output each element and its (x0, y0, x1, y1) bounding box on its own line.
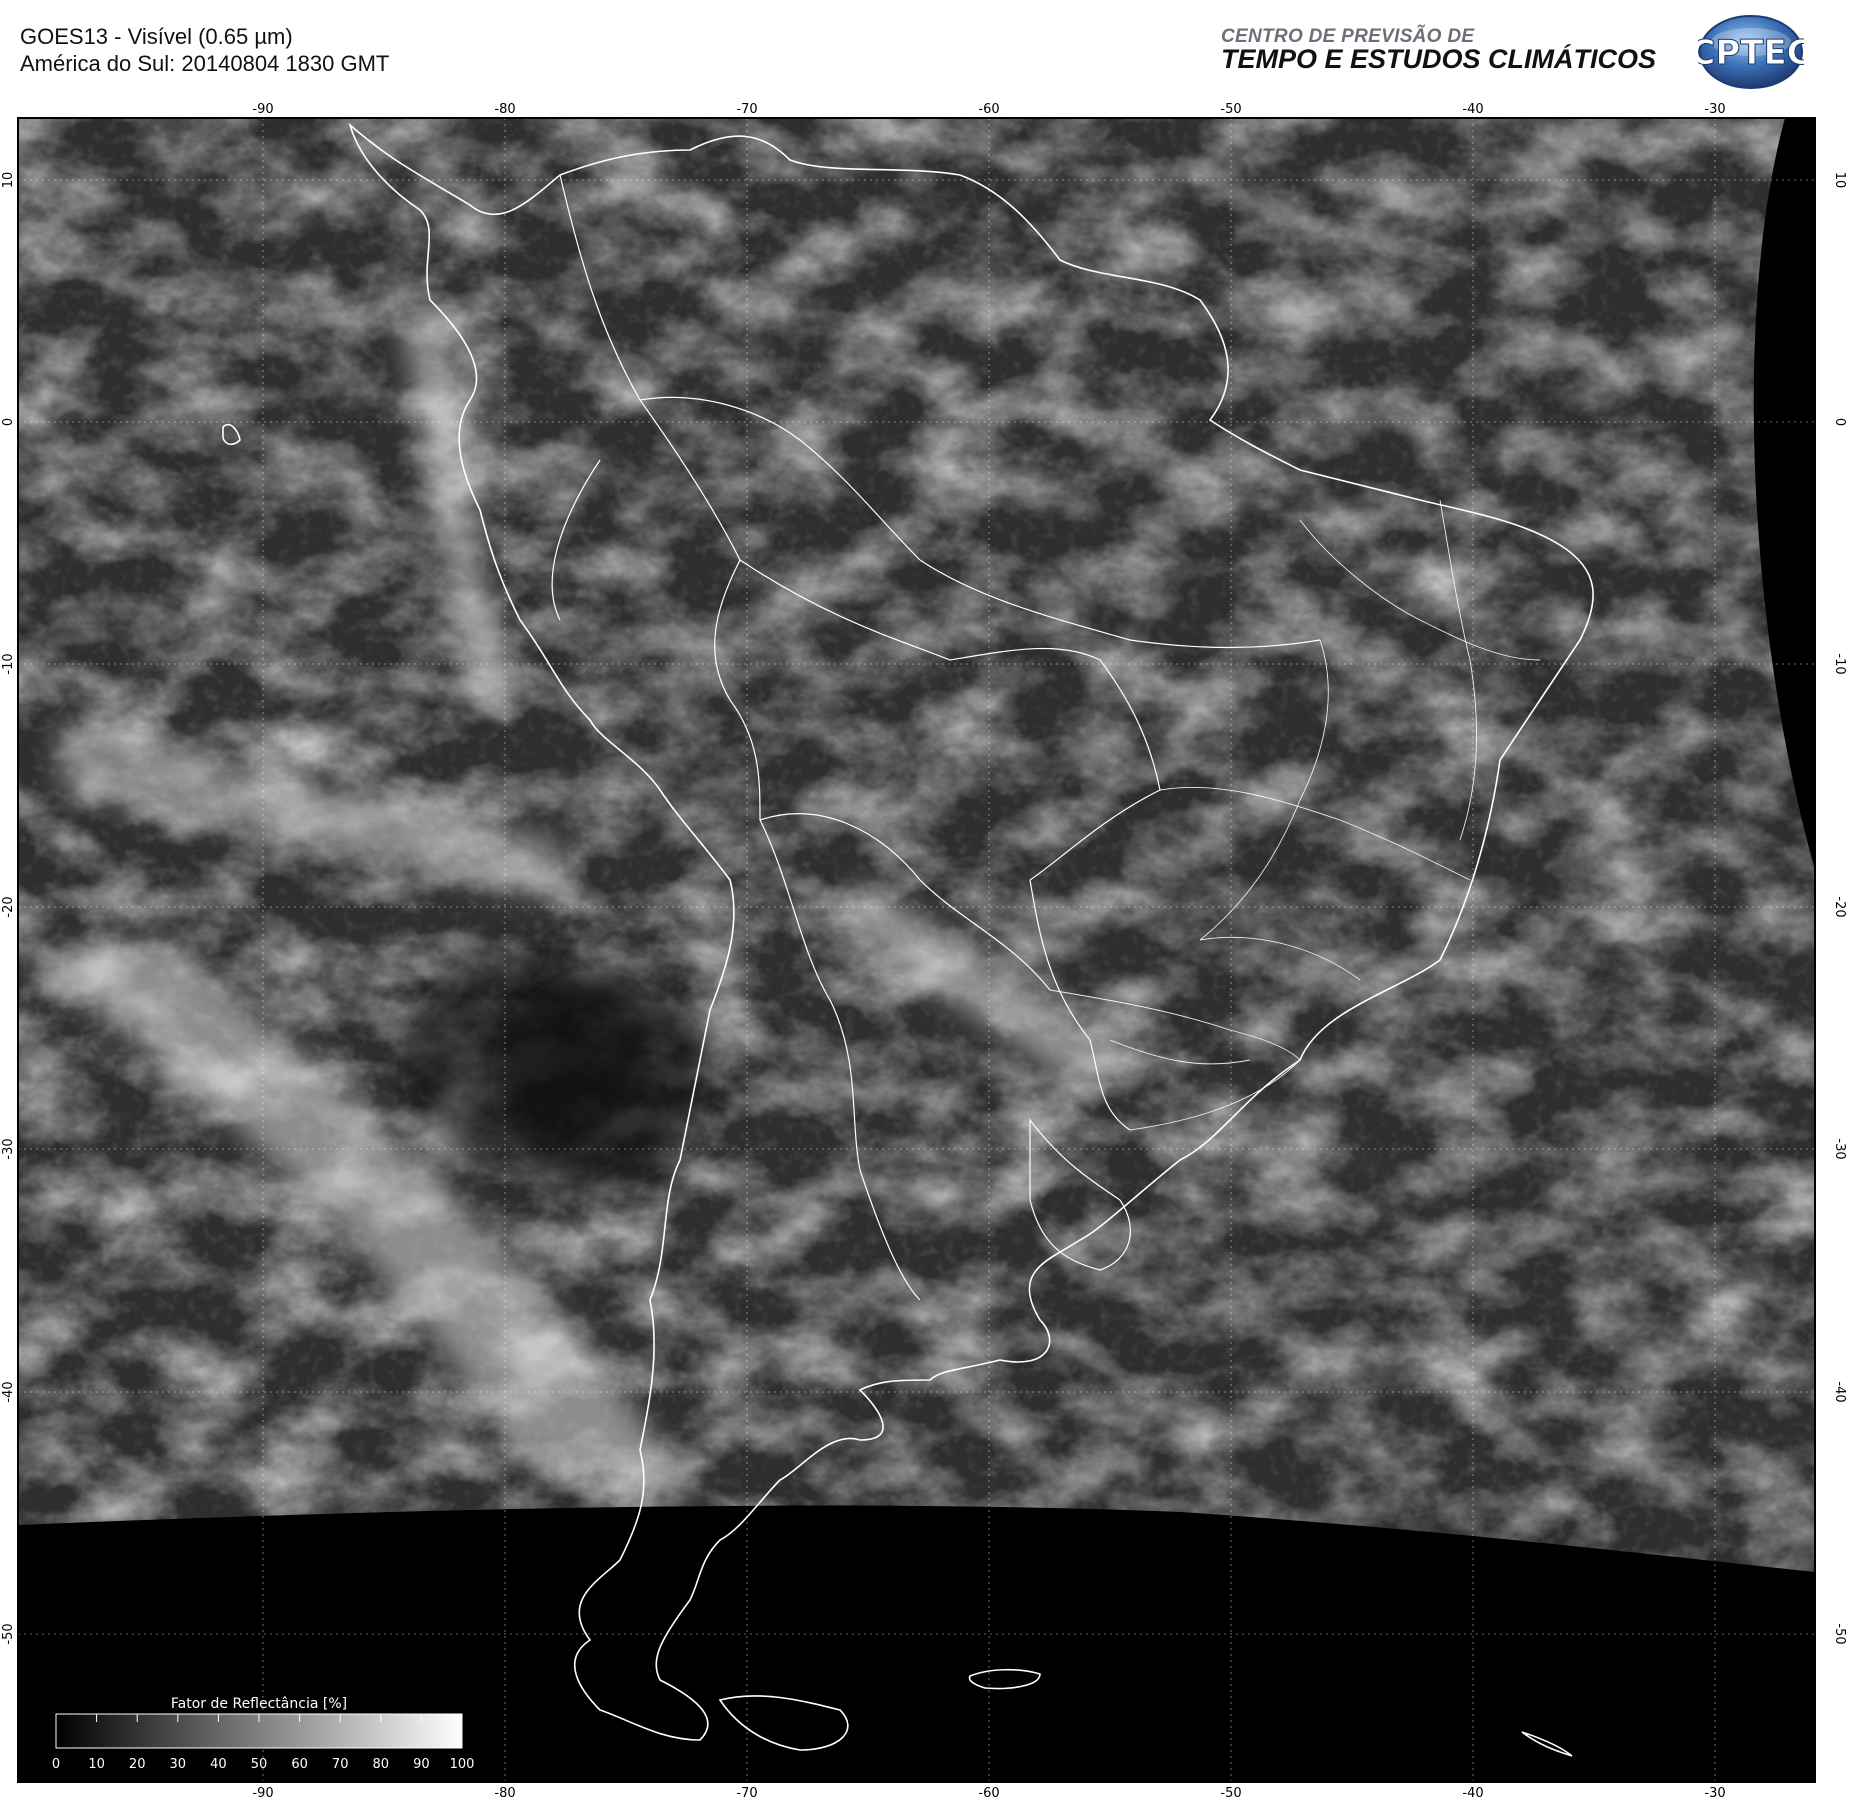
lon-label: -40 (1462, 102, 1483, 117)
lon-label: -40 (1462, 1786, 1483, 1800)
organization-line2: TEMPO E ESTUDOS CLIMÁTICOS (1221, 44, 1657, 74)
colorbar-tick-label: 70 (332, 1757, 349, 1772)
colorbar-tick-label: 60 (291, 1757, 308, 1772)
colorbar-tick-label: 90 (413, 1757, 430, 1772)
lat-label: -50 (1, 1623, 16, 1644)
lat-label: 0 (1, 418, 16, 426)
lon-label: -90 (252, 1786, 273, 1800)
lat-label: -40 (1, 1381, 16, 1402)
satellite-image: -90 -80 -70 -60 -50 -40 -30 -90 -80 -70 … (1, 102, 1847, 1801)
cptec-logo: CPTEC (1698, 15, 1804, 89)
colorbar-tick-label: 0 (52, 1757, 60, 1772)
header: GOES13 - Visível (0.65 µm) América do Su… (0, 0, 1850, 100)
lon-label: -70 (736, 102, 757, 117)
lat-label: -10 (1832, 653, 1847, 674)
lat-label: -40 (1832, 1381, 1847, 1402)
longitude-labels-top: -90 -80 -70 -60 -50 -40 -30 (252, 102, 1725, 117)
lon-label: -60 (978, 102, 999, 117)
lat-label: 0 (1832, 418, 1847, 426)
lon-label: -70 (736, 1786, 757, 1800)
product-title: GOES13 - Visível (0.65 µm) (20, 24, 293, 49)
colorbar-tick-label: 50 (251, 1757, 268, 1772)
lat-label: 10 (1832, 172, 1847, 189)
lat-label: -10 (1, 653, 16, 674)
lon-label: -50 (1220, 102, 1241, 117)
satellite-map: -90 -80 -70 -60 -50 -40 -30 -90 -80 -70 … (0, 100, 1850, 1801)
colorbar-tick-label: 10 (88, 1757, 105, 1772)
lat-label: -20 (1, 896, 16, 917)
lat-label: -30 (1832, 1138, 1847, 1159)
colorbar-tick-label: 100 (450, 1757, 475, 1772)
colorbar-tick-label: 80 (373, 1757, 390, 1772)
colorbar-title: Fator de Reflectância [%] (171, 1696, 347, 1712)
lat-label: -30 (1, 1138, 16, 1159)
colorbar-tick-label: 20 (129, 1757, 146, 1772)
lon-label: -80 (494, 102, 515, 117)
colorbar-tick-label: 40 (210, 1757, 227, 1772)
lon-label: -50 (1220, 1786, 1241, 1800)
latitude-labels-left: 10 0 -10 -20 -30 -40 -50 (1, 172, 16, 1645)
latitude-labels-right: 10 0 -10 -20 -30 -40 -50 (1832, 172, 1847, 1645)
region-timestamp: América do Sul: 20140804 1830 GMT (20, 51, 390, 76)
colorbar-tick-label: 30 (170, 1757, 187, 1772)
lat-label: -50 (1832, 1623, 1847, 1644)
lon-label: -60 (978, 1786, 999, 1800)
lon-label: -30 (1704, 102, 1725, 117)
lon-label: -90 (252, 102, 273, 117)
earth-disk (18, 118, 1815, 1572)
lon-label: -80 (494, 1786, 515, 1800)
lat-label: -20 (1832, 896, 1847, 917)
lon-label: -30 (1704, 1786, 1725, 1800)
logo-text: CPTEC (1698, 33, 1804, 73)
longitude-labels-bottom: -90 -80 -70 -60 -50 -40 -30 (252, 1786, 1725, 1801)
lat-label: 10 (1, 172, 16, 189)
